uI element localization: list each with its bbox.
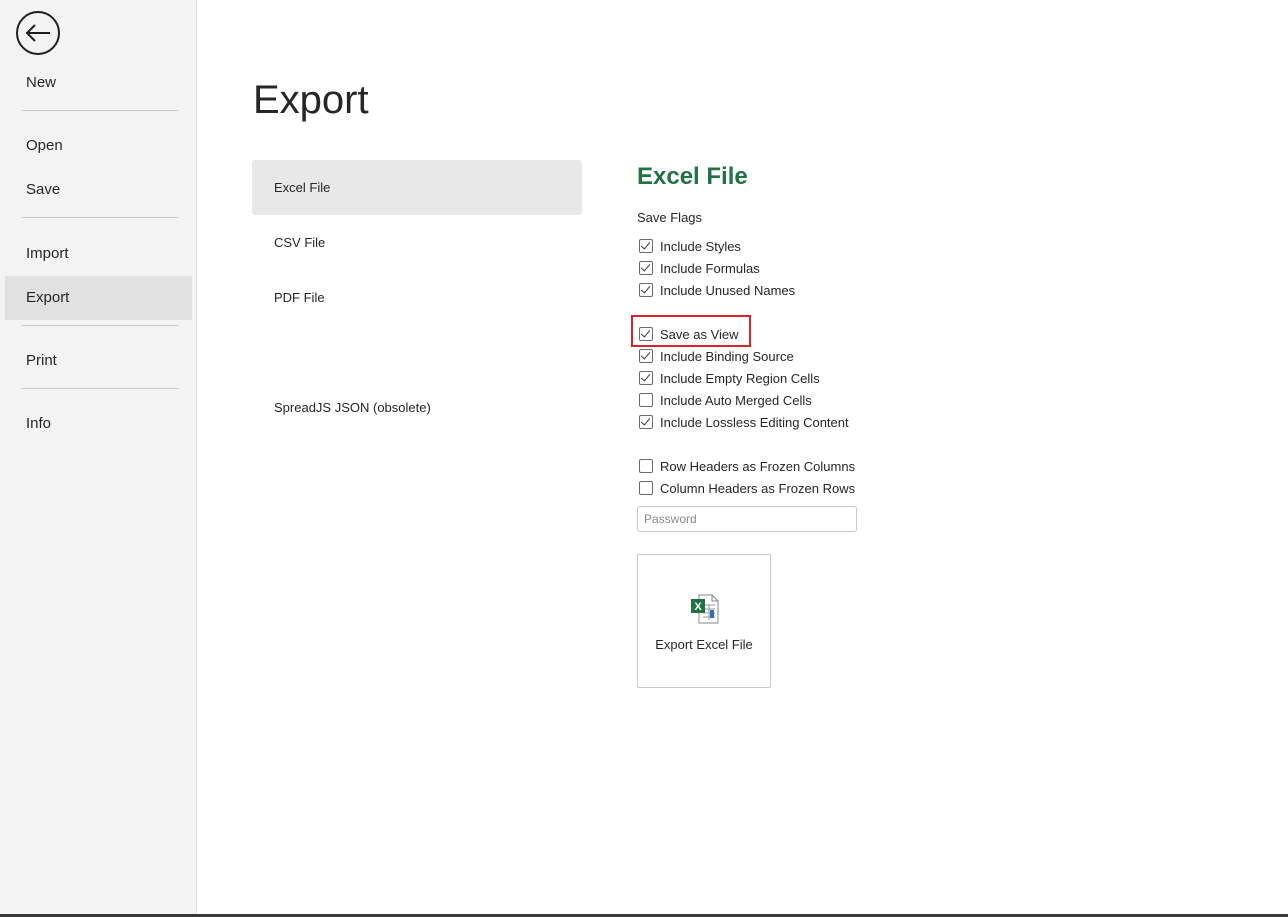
sidebar-item-label: Open <box>26 137 63 154</box>
sidebar-item-label: Export <box>26 289 70 306</box>
checkbox-label: Include Empty Region Cells <box>660 370 820 386</box>
checkbox-save-as-view[interactable]: Save as View <box>639 325 739 343</box>
svg-text:X: X <box>694 601 702 613</box>
checkbox-box[interactable] <box>639 415 653 429</box>
sidebar-item-save[interactable]: Save <box>5 168 192 212</box>
sidebar-item-import[interactable]: Import <box>5 232 192 276</box>
app-window: New Open Save Import Export Print Info E… <box>0 0 1288 917</box>
export-excel-file-button[interactable]: X Export Excel File <box>637 554 771 688</box>
sidebar-item-export[interactable]: Export <box>5 276 192 320</box>
format-item-excel[interactable]: Excel File <box>252 160 582 215</box>
sidebar-divider <box>22 110 178 111</box>
checkbox-label: Include Lossless Editing Content <box>660 414 849 430</box>
sidebar-item-open[interactable]: Open <box>5 124 192 168</box>
panel-title: Excel File <box>637 163 748 190</box>
sidebar-divider <box>22 388 178 389</box>
password-input[interactable] <box>637 506 857 532</box>
checkbox-box[interactable] <box>639 349 653 363</box>
checkbox-include-auto-merged-cells[interactable]: Include Auto Merged Cells <box>639 391 812 409</box>
sidebar-item-label: Import <box>26 245 69 262</box>
sidebar-item-label: Save <box>26 181 61 198</box>
page-title: Export <box>253 78 369 122</box>
checkbox-label: Include Formulas <box>660 260 760 276</box>
format-item-csv[interactable]: CSV File <box>252 215 582 270</box>
sidebar-item-label: Info <box>26 415 52 432</box>
format-item-label: CSV File <box>274 235 326 250</box>
checkbox-include-formulas[interactable]: Include Formulas <box>639 259 760 277</box>
checkbox-include-binding-source[interactable]: Include Binding Source <box>639 347 794 365</box>
export-button-label: Export Excel File <box>655 637 753 652</box>
checkbox-label: Include Auto Merged Cells <box>660 392 812 408</box>
checkbox-column-headers-frozen-rows[interactable]: Column Headers as Frozen Rows <box>639 479 855 497</box>
checkbox-box[interactable] <box>639 283 653 297</box>
checkbox-box[interactable] <box>639 239 653 253</box>
sidebar-item-label: New <box>26 74 57 91</box>
sidebar-divider <box>22 325 178 326</box>
excel-file-icon: X <box>690 593 720 625</box>
checkbox-include-lossless-editing-content[interactable]: Include Lossless Editing Content <box>639 413 849 431</box>
checkbox-box[interactable] <box>639 371 653 385</box>
checkbox-box[interactable] <box>639 327 653 341</box>
sidebar: New Open Save Import Export Print Info <box>0 0 197 914</box>
checkbox-label: Row Headers as Frozen Columns <box>660 458 856 474</box>
checkbox-box[interactable] <box>639 261 653 275</box>
sidebar-divider <box>22 217 178 218</box>
format-item-pdf[interactable]: PDF File <box>252 270 582 325</box>
checkbox-box[interactable] <box>639 481 653 495</box>
checkbox-row-headers-frozen-columns[interactable]: Row Headers as Frozen Columns <box>639 457 855 475</box>
checkbox-include-empty-region-cells[interactable]: Include Empty Region Cells <box>639 369 820 387</box>
format-item-label: PDF File <box>274 290 325 305</box>
sidebar-item-info[interactable]: Info <box>5 402 192 446</box>
checkbox-label: Save as View <box>660 326 739 342</box>
checkbox-box[interactable] <box>639 459 653 473</box>
format-item-label: Excel File <box>274 180 331 195</box>
format-item-label: SpreadJS JSON (obsolete) <box>274 400 431 415</box>
format-item-spreadjs-json[interactable]: SpreadJS JSON (obsolete) <box>252 380 582 435</box>
checkbox-include-styles[interactable]: Include Styles <box>639 237 741 255</box>
sidebar-item-label: Print <box>26 352 57 369</box>
save-flags-label: Save Flags <box>637 210 703 225</box>
checkbox-include-unused-names[interactable]: Include Unused Names <box>639 281 795 299</box>
checkbox-label: Column Headers as Frozen Rows <box>660 480 856 496</box>
checkbox-label: Include Styles <box>660 238 741 254</box>
checkbox-box[interactable] <box>639 393 653 407</box>
sidebar-item-new[interactable]: New <box>5 61 192 105</box>
back-button[interactable] <box>16 11 60 55</box>
checkbox-label: Include Binding Source <box>660 348 794 364</box>
checkbox-label: Include Unused Names <box>660 282 796 298</box>
sidebar-item-print[interactable]: Print <box>5 339 192 383</box>
arrow-left-icon <box>24 23 52 43</box>
